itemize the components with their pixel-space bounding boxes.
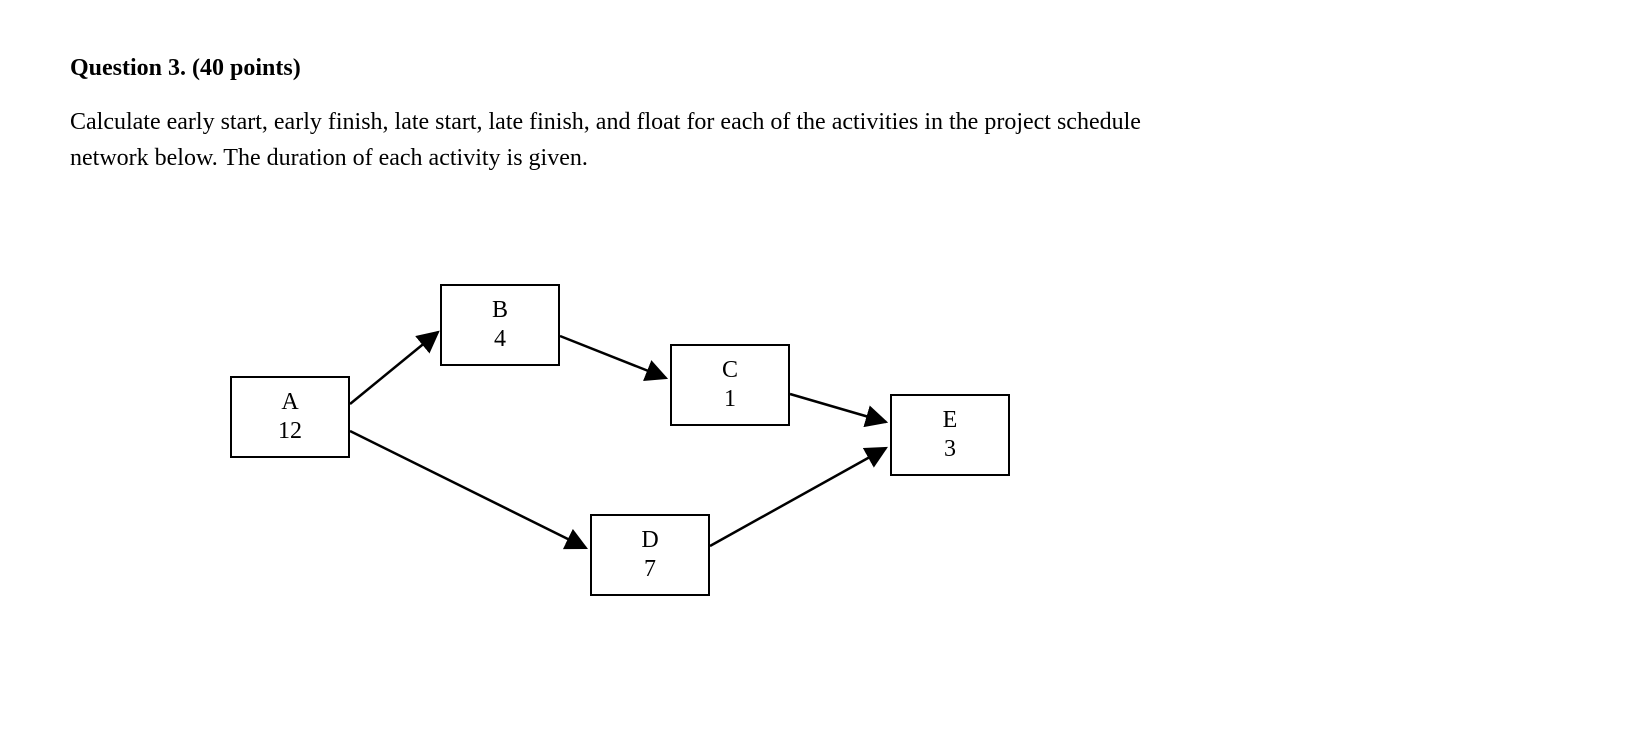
node-c-label: C bbox=[722, 356, 738, 385]
edge-c-e bbox=[790, 394, 886, 422]
node-d-label: D bbox=[641, 526, 658, 555]
node-a-duration: 12 bbox=[278, 417, 302, 446]
node-b: B 4 bbox=[440, 284, 560, 366]
node-c: C 1 bbox=[670, 344, 790, 426]
edge-a-b bbox=[350, 332, 438, 404]
edge-d-e bbox=[710, 448, 886, 546]
node-d-duration: 7 bbox=[644, 555, 656, 584]
node-a-label: A bbox=[281, 388, 298, 417]
question-heading: Question 3. (40 points) bbox=[70, 50, 1576, 86]
edge-b-c bbox=[560, 336, 666, 378]
node-e: E 3 bbox=[890, 394, 1010, 476]
edge-a-d bbox=[350, 431, 586, 548]
node-e-label: E bbox=[943, 406, 958, 435]
question-prompt: Calculate early start, early finish, lat… bbox=[70, 104, 1170, 176]
network-diagram: A 12 B 4 C 1 D 7 E 3 bbox=[190, 236, 1090, 656]
node-b-duration: 4 bbox=[494, 325, 506, 354]
node-e-duration: 3 bbox=[944, 435, 956, 464]
node-d: D 7 bbox=[590, 514, 710, 596]
node-c-duration: 1 bbox=[724, 385, 736, 414]
node-b-label: B bbox=[492, 296, 508, 325]
node-a: A 12 bbox=[230, 376, 350, 458]
